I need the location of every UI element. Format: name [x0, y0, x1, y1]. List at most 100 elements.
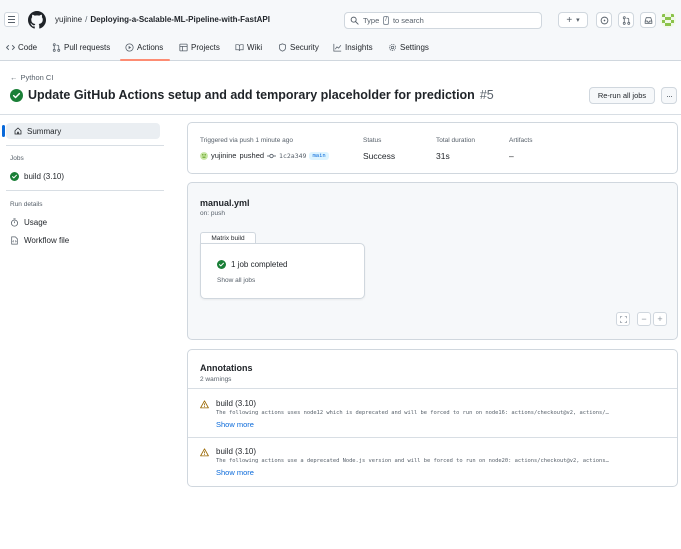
chevron-down-icon: ▾ — [576, 17, 580, 24]
status-value: Success — [363, 151, 396, 161]
header-divider — [0, 114, 681, 115]
annotation-job-link[interactable]: build (3.10) — [216, 399, 256, 408]
tab-wiki-label: Wiki — [247, 43, 263, 52]
sidebar-item-label: Usage — [24, 218, 48, 227]
run-title-text: Update GitHub Actions setup and add temp… — [28, 88, 475, 102]
more-options-button[interactable]: ··· — [661, 87, 677, 104]
global-header: yujinine / Deploying-a-Scalable-ML-Pipelin… — [0, 0, 681, 39]
sidebar-item-label: build (3.10) — [24, 172, 65, 181]
run-number: #5 — [479, 88, 494, 102]
artifacts-label: Artifacts — [509, 137, 533, 144]
tab-pull-requests[interactable]: Pull requests — [52, 43, 110, 52]
sidebar-divider — [6, 145, 164, 146]
sidebar-item-label: Summary — [27, 126, 62, 136]
commit-info: yujinine pushed 1c2a349 main — [200, 151, 329, 160]
stopwatch-icon — [11, 218, 18, 227]
issues-button[interactable] — [596, 12, 612, 28]
show-all-jobs-link[interactable]: Show all jobs — [217, 277, 255, 284]
annotations-title: Annotations — [200, 363, 253, 373]
success-check-icon — [10, 88, 23, 102]
branch-badge[interactable]: main — [309, 151, 329, 160]
fullscreen-icon — [619, 315, 627, 323]
annotation-divider — [188, 388, 677, 389]
user-avatar[interactable] — [660, 12, 676, 28]
play-icon — [125, 43, 134, 52]
push-action: pushed — [239, 151, 265, 160]
active-tab-indicator — [120, 59, 170, 61]
owner-link[interactable]: yujinine — [55, 15, 82, 24]
breadcrumb: yujinine / Deploying-a-Scalable-ML-Pipelin… — [55, 15, 270, 24]
show-more-link[interactable]: Show more — [216, 468, 254, 477]
duration-value: 31s — [436, 151, 450, 161]
github-logo-icon[interactable] — [28, 11, 46, 29]
workflow-name: Python CI — [20, 73, 54, 82]
workflow-graph-card: manual.yml on: push Matrix build 1 job c… — [187, 182, 678, 340]
status-label: Status — [363, 137, 382, 144]
search-icon — [350, 16, 359, 25]
run-summary-card: Triggered via push 1 minute ago yujinine… — [187, 122, 678, 174]
sidebar-item-label: Workflow file — [24, 236, 70, 245]
matrix-build-box[interactable]: 1 job completed Show all jobs — [200, 243, 365, 299]
tab-security-label: Security — [290, 43, 319, 52]
workflow-trigger: on: push — [200, 210, 225, 217]
success-check-icon — [217, 260, 226, 269]
search-input[interactable]: Type / to search — [344, 12, 542, 29]
gear-icon — [389, 44, 396, 51]
artifacts-value: – — [509, 151, 514, 161]
jobs-heading: Jobs — [10, 155, 24, 162]
search-placeholder-pre: Type — [363, 16, 380, 25]
rerun-all-jobs-button[interactable]: Re-run all jobs — [589, 87, 655, 104]
arrow-left-icon: ← — [10, 73, 18, 82]
commit-sha-link[interactable]: 1c2a349 — [279, 152, 306, 160]
home-icon — [14, 127, 22, 135]
tab-security[interactable]: Security — [278, 43, 319, 52]
pusher-username[interactable]: yujinine — [211, 151, 236, 160]
job-status: 1 job completed — [217, 260, 287, 269]
plus-icon: + — [566, 14, 573, 26]
jobs-completed-text: 1 job completed — [231, 260, 288, 269]
table-icon — [179, 43, 188, 52]
menu-icon[interactable] — [4, 12, 19, 27]
back-to-workflow-link[interactable]: ← Python CI — [10, 73, 53, 82]
warning-icon — [200, 448, 209, 457]
tab-pull-requests-label: Pull requests — [64, 43, 111, 52]
issue-icon — [600, 16, 608, 24]
inbox-icon — [644, 16, 652, 24]
duration-label: Total duration — [436, 137, 476, 144]
annotation-message: The following actions use a deprecated N… — [216, 458, 609, 464]
repo-link[interactable]: Deploying-a-Scalable-ML-Pipeline-with-Fa… — [90, 15, 270, 24]
tab-insights[interactable]: Insights — [333, 43, 373, 52]
search-shortcut-key: / — [383, 16, 389, 25]
pull-request-icon — [52, 43, 61, 52]
success-check-icon — [10, 172, 19, 181]
tab-actions[interactable]: Actions — [125, 43, 163, 52]
annotations-count: 2 warnings — [200, 376, 232, 383]
search-placeholder-post: to search — [392, 16, 424, 25]
tab-settings[interactable]: Settings — [388, 43, 429, 52]
sidebar-item-summary[interactable]: Summary — [2, 123, 160, 139]
sidebar-item-workflow-file[interactable]: Workflow file — [10, 236, 69, 245]
shield-icon — [279, 43, 286, 52]
show-more-link[interactable]: Show more — [216, 420, 254, 429]
fullscreen-button[interactable] — [616, 312, 630, 326]
inbox-button[interactable] — [640, 12, 656, 28]
tab-projects[interactable]: Projects — [179, 43, 220, 52]
pull-requests-button[interactable] — [618, 12, 634, 28]
sidebar-item-usage[interactable]: Usage — [10, 218, 47, 227]
zoom-in-button[interactable]: + — [653, 312, 667, 326]
file-code-icon — [11, 236, 18, 245]
sidebar-item-job-build[interactable]: build (3.10) — [10, 172, 64, 181]
zoom-out-button[interactable]: − — [637, 312, 651, 326]
tab-wiki[interactable]: Wiki — [235, 43, 262, 52]
commit-icon — [267, 153, 277, 158]
code-icon — [6, 44, 15, 51]
identicon-icon — [660, 12, 676, 28]
create-new-button[interactable]: + ▾ — [558, 12, 588, 28]
graph-icon — [333, 43, 342, 52]
tab-settings-label: Settings — [400, 43, 429, 52]
annotation-job-link[interactable]: build (3.10) — [216, 447, 256, 456]
repo-nav: Code Pull requests Actions Projects Wiki… — [0, 39, 681, 61]
user-avatar[interactable] — [200, 151, 208, 160]
tab-actions-label: Actions — [137, 43, 164, 52]
tab-code[interactable]: Code — [6, 43, 37, 52]
